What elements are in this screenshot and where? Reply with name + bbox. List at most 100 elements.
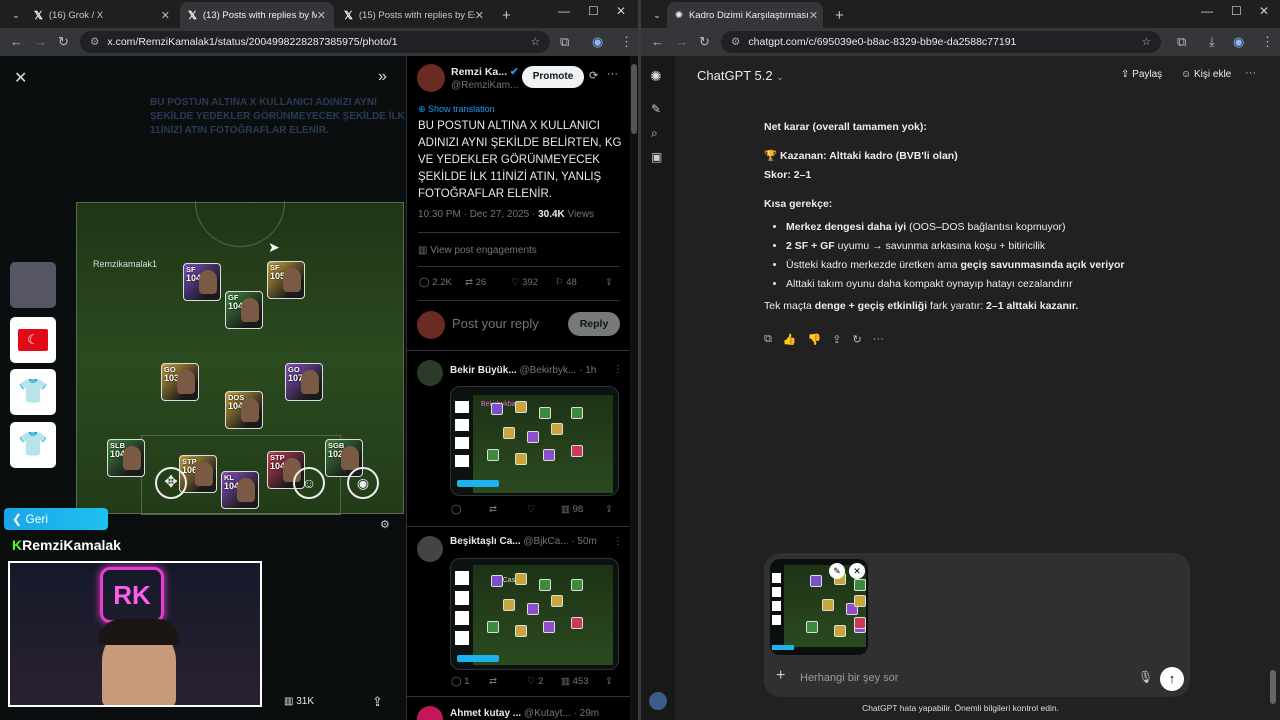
minimize-icon[interactable]: — [558,4,570,18]
new-chat-icon[interactable]: ✎ [651,102,661,116]
bookmark-star-icon[interactable]: ☆ [531,36,540,48]
menu-icon[interactable]: ⋮ [620,34,633,50]
remove-image-icon[interactable]: ✕ [849,563,865,579]
openai-logo-icon[interactable]: ✺ [650,68,662,85]
scrollbar[interactable] [630,56,638,720]
back-icon[interactable]: ← [10,34,23,49]
player-card[interactable]: GO 107 [285,363,323,401]
forward-icon[interactable]: → [675,34,688,49]
like-action[interactable]: ♡ 392 [511,277,555,288]
author-avatar[interactable] [417,64,445,92]
away-kit-icon[interactable]: 👕 [10,422,56,468]
reply-item[interactable]: Beşiktaşlı Ca... @BjkCa... · 50m ⋮ BjkCa… [407,526,631,696]
copy-icon[interactable]: ⧉ [764,333,772,346]
thumbs-up-icon[interactable]: 👍 [783,333,797,346]
share-icon[interactable]: ⇪ [605,277,613,288]
close-icon[interactable]: ✕ [161,9,170,22]
player-card[interactable]: GO 103 [161,363,199,401]
engagements-link[interactable]: ▥ View post engagements [418,245,537,256]
bookmark-star-icon[interactable]: ☆ [1142,36,1151,48]
reply-image[interactable]: Bekirbykbas [450,386,619,496]
close-icon[interactable]: ✕ [809,9,818,22]
share-button[interactable]: ⇪ Paylaş [1121,69,1162,80]
repost-icon[interactable]: ⇄ [489,676,527,687]
player-card[interactable]: SLB 104 [107,439,145,477]
forward-icon[interactable]: → [34,34,47,49]
send-arrow-icon[interactable]: ↑ [1160,667,1184,691]
url-field[interactable]: ⚙ chatgpt.com/c/695039e0-b8ac-8329-bb9e-d… [721,31,1161,53]
download-icon[interactable]: ⤓ [1209,34,1215,50]
new-tab-button[interactable]: + [494,2,514,28]
new-tab-button[interactable]: + [827,2,847,28]
menu-icon[interactable]: ⋮ [1261,34,1274,50]
heart-icon[interactable]: ♡ [527,504,561,515]
bookmark-action[interactable]: ⚐ 48 [555,277,605,288]
reply-input[interactable]: Post your reply [452,316,539,331]
close-window-icon[interactable]: ✕ [1259,4,1269,18]
reload-icon[interactable]: ↻ [699,34,710,50]
repost-icon[interactable]: ⇄ [489,504,527,515]
expand-panel-icon[interactable]: » [378,68,387,86]
show-translation-link[interactable]: ⊕ Show translation [418,104,495,115]
share-icon[interactable]: ⇪ [605,504,613,515]
library-icon[interactable]: ▣ [651,150,662,164]
url-field[interactable]: ⚙ x.com/RemziKamalak1/status/200499822828… [80,31,550,53]
add-person-button[interactable]: ☺ Kişi ekle [1181,69,1231,80]
player-card[interactable]: KL 104 [221,471,259,509]
maximize-icon[interactable]: ☐ [1231,4,1242,18]
grok-icon[interactable]: ⟳ [589,69,598,82]
share-icon[interactable]: ⇪ [832,333,841,346]
player-card[interactable]: GF 104 [225,291,263,329]
alt-text-icon[interactable]: ⚙ [380,518,390,531]
scrollbar-thumb[interactable] [631,64,637,134]
plus-icon[interactable]: + [776,667,785,685]
share-icon[interactable]: ⇪ [372,694,383,710]
reply-action[interactable]: ◯ 2.2K [419,277,465,288]
player-card[interactable]: DOS 104 [225,391,263,429]
tab-grok[interactable]: 𝕏 (16) Grok / X ✕ [26,2,178,28]
edit-image-icon[interactable]: ✎ [829,563,845,579]
more-icon[interactable]: ··· [607,68,618,80]
minimize-icon[interactable]: — [1201,4,1213,18]
reply-image[interactable]: BjkCasillas [450,558,619,670]
more-icon[interactable]: ⋮ [613,364,623,375]
microphone-icon[interactable]: 🎙 [1138,670,1153,684]
views-action[interactable]: ▥ 453 [561,676,605,687]
extensions-icon[interactable]: ⧉ [1177,34,1186,50]
author-name[interactable]: Remzi Ka... ✔ [451,66,519,78]
more-icon[interactable]: ⋮ [613,536,623,547]
tab-esref[interactable]: 𝕏 (15) Posts with replies by Esref✕ [336,2,492,28]
back-icon[interactable]: ← [651,34,664,49]
move-icon[interactable]: ✥ [155,467,187,499]
tab-chatgpt[interactable]: ✺ Kadro Dizimi Karşılaştırması ✕ [667,2,823,28]
profile-icon[interactable]: ◉ [592,34,603,50]
close-icon[interactable]: ✕ [317,9,326,22]
repost-action[interactable]: ⇄ 26 [465,277,511,288]
reload-icon[interactable]: ↻ [58,34,69,50]
views-action[interactable]: ▥ 98 [561,504,605,515]
more-icon[interactable]: ··· [1245,67,1256,79]
more-icon[interactable]: ··· [873,333,884,346]
maximize-icon[interactable]: ☐ [588,4,599,18]
player-card[interactable]: SF 105 [267,261,305,299]
search-icon[interactable]: ⌕ [651,126,658,141]
thumbs-down-icon[interactable]: 👎 [808,333,822,346]
prompt-input[interactable]: Herhangi bir şey sor [800,672,898,684]
model-selector[interactable]: ChatGPT 5.2 ⌄ [697,68,784,83]
tab-mich[interactable]: 𝕏 (13) Posts with replies by Mich✕ [180,2,334,28]
close-window-icon[interactable]: ✕ [616,4,626,18]
reply-item[interactable]: Bekir Büyük... @Bekirbyk... · 1h ⋮ Bekir… [407,350,631,526]
reply-action[interactable]: ◯ 1 [451,676,489,687]
tab-search-icon[interactable]: ⌄ [645,2,663,28]
profile-icon[interactable]: ◉ [1233,34,1244,50]
camera-icon[interactable]: ◉ [347,467,379,499]
person-icon[interactable]: ☺ [293,467,325,499]
reply-icon[interactable]: ◯ [451,504,489,515]
close-icon[interactable]: ✕ [475,9,484,22]
close-viewer-icon[interactable]: ✕ [14,68,27,88]
like-action[interactable]: ♡ 2 [527,676,561,687]
reply-button[interactable]: Reply [568,312,620,336]
home-kit-icon[interactable]: 👕 [10,369,56,415]
player-card[interactable]: SF 104 [183,263,221,301]
tab-search-icon[interactable]: ⌄ [4,2,22,28]
